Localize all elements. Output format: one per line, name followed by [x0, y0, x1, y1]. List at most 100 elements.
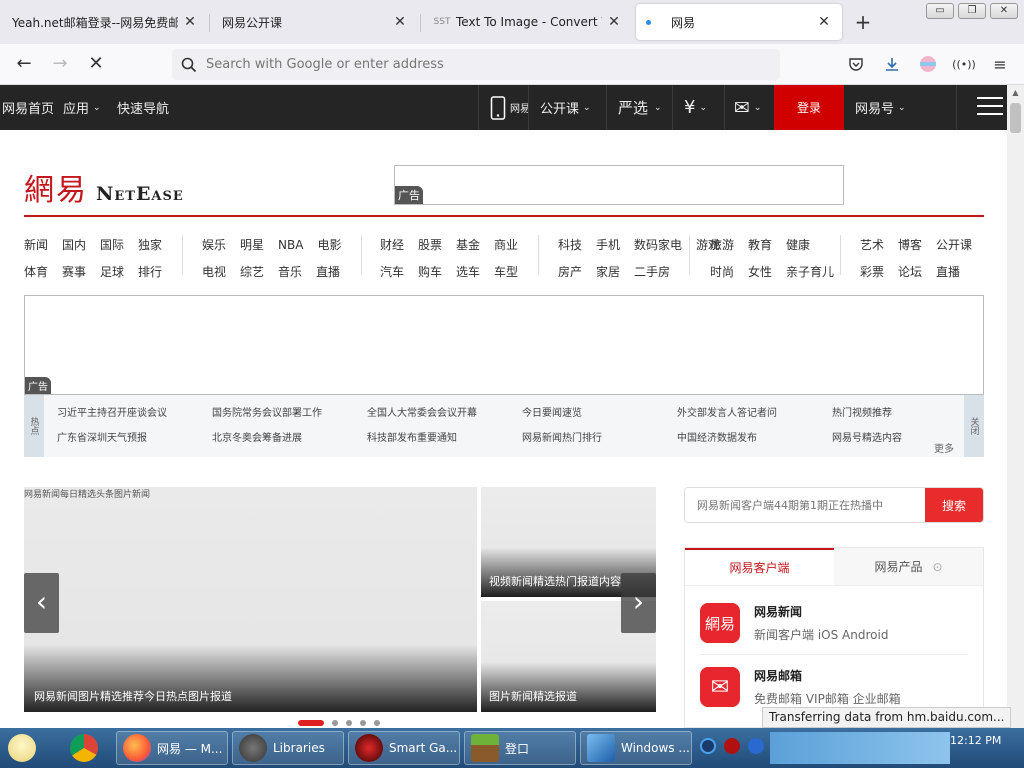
channel-link[interactable]: 选车 — [456, 263, 480, 280]
close-icon[interactable]: ✕ — [392, 14, 408, 30]
start-button[interactable] — [2, 731, 54, 765]
nav-yanxuan-link[interactable]: 严选 ⌄ — [618, 85, 662, 130]
hot-link[interactable]: 今日要闻速览 — [522, 401, 602, 426]
tab-text-to-image[interactable]: SST Text To Image - Convert Your ✕ — [424, 4, 632, 40]
hot-link[interactable]: 外交部发言人答记者问 — [677, 401, 777, 426]
slider-dot-active[interactable] — [298, 720, 324, 726]
nav-netease-hao-link[interactable]: 网易号 ⌄ — [855, 85, 906, 130]
hot-link[interactable]: 中国经济数据发布 — [677, 426, 777, 451]
channel-link[interactable]: 足球 — [100, 263, 124, 280]
scroll-thumb[interactable] — [1010, 103, 1021, 133]
app-extra[interactable]: 企业邮箱 — [853, 692, 901, 706]
app-item-news[interactable]: 網易 网易新闻 新闻客户端 iOS Android — [700, 594, 970, 652]
channel-link[interactable]: 综艺 — [240, 263, 264, 280]
channel-link[interactable]: 音乐 — [278, 263, 302, 280]
tray-game-icon[interactable] — [724, 738, 740, 754]
taskbar-smart-game[interactable]: Smart Ga... — [348, 731, 460, 765]
channel-link[interactable]: 排行 — [138, 263, 162, 280]
nav-open-course-link[interactable]: 公开课 ⌄ — [540, 85, 591, 130]
channel-link[interactable]: 国内 — [62, 236, 86, 253]
tab-netease-products[interactable]: 网易产品 ⊙ — [834, 548, 983, 585]
channel-link[interactable]: 娱乐 — [202, 236, 226, 253]
hotbar-close-button[interactable]: 关闭 — [964, 395, 984, 457]
channel-link[interactable]: 基金 — [456, 236, 480, 253]
hot-link[interactable]: 国务院常务会议部署工作 — [212, 401, 322, 426]
stop-loading-icon[interactable]: ✕ — [84, 52, 108, 76]
site-search-input[interactable] — [685, 488, 925, 522]
taskbar-windows[interactable]: Windows ... — [580, 731, 692, 765]
app-platforms[interactable]: iOS Android — [818, 628, 889, 642]
channel-link[interactable]: 家居 — [596, 263, 620, 280]
page-scrollbar[interactable]: ▲ — [1007, 85, 1024, 728]
back-arrow-icon[interactable]: ← — [12, 52, 36, 76]
close-icon[interactable]: ✕ — [816, 14, 832, 30]
channel-link[interactable]: 教育 — [748, 236, 772, 253]
channel-link[interactable]: 健康 — [786, 236, 810, 253]
more-link[interactable]: 更多 — [934, 440, 954, 455]
address-bar[interactable] — [172, 49, 780, 80]
url-input[interactable] — [206, 57, 746, 72]
taskbar-libraries[interactable]: Libraries — [232, 731, 344, 765]
hamburger-menu-icon[interactable]: ≡ — [990, 54, 1010, 74]
login-button[interactable]: 登录 — [774, 85, 844, 130]
extension-icon[interactable]: ((•)) — [952, 54, 976, 74]
tab-netease-active[interactable]: 网易 ✕ — [636, 4, 842, 40]
download-icon[interactable] — [882, 54, 902, 74]
channel-link[interactable]: 时尚 — [710, 263, 734, 280]
account-avatar-icon[interactable] — [918, 54, 938, 74]
restore-button[interactable]: ❐ — [958, 3, 986, 19]
channel-link[interactable]: 国际 — [100, 236, 124, 253]
channel-link[interactable]: 二手房 — [634, 263, 670, 280]
tab-open-course[interactable]: 网易公开课 ✕ — [212, 4, 418, 40]
ad-banner[interactable]: 广告 — [24, 295, 984, 395]
channel-link[interactable]: 汽车 — [380, 263, 404, 280]
channel-link[interactable]: 数码家电 — [634, 236, 682, 253]
tray-app-icon[interactable] — [700, 738, 716, 754]
slider-dot[interactable] — [332, 720, 338, 726]
channel-link[interactable]: 博客 — [898, 236, 922, 253]
slider-dot[interactable] — [374, 720, 380, 726]
new-tab-button[interactable]: + — [852, 12, 874, 34]
hot-link[interactable]: 科技部发布重要通知 — [367, 426, 477, 451]
channel-link[interactable]: NBA — [278, 238, 303, 252]
nav-finance-link[interactable]: ¥ ⌄ — [684, 85, 707, 130]
minimize-button[interactable]: ▭ — [926, 3, 954, 19]
channel-link[interactable]: 直播 — [316, 263, 340, 280]
channel-link[interactable]: 手机 — [596, 236, 620, 253]
channel-link[interactable]: 旅游 — [710, 236, 734, 253]
channel-link[interactable]: 直播 — [936, 263, 960, 280]
nav-home-link[interactable]: 网易首页 — [2, 85, 54, 130]
pocket-icon[interactable] — [846, 54, 866, 74]
channel-link[interactable]: 亲子育儿 — [786, 263, 834, 280]
hot-link[interactable]: 广东省深圳天气预报 — [57, 426, 167, 451]
slider-dot[interactable] — [346, 720, 352, 726]
forward-arrow-icon[interactable]: → — [48, 52, 72, 76]
slider-next-button[interactable]: › — [621, 573, 656, 633]
nav-quick-link[interactable]: 快速导航 — [117, 85, 169, 130]
hot-link[interactable]: 北京冬奥会筹备进展 — [212, 426, 322, 451]
channel-link[interactable]: 财经 — [380, 236, 404, 253]
hot-link[interactable]: 全国人大常委会会议开幕 — [367, 401, 477, 426]
netease-logo[interactable]: 網易 NetEase — [24, 165, 184, 209]
hot-link[interactable]: 热门视频推荐 — [832, 401, 902, 426]
tray-network-icon[interactable] — [748, 738, 764, 754]
nav-mail-link[interactable]: ✉ ⌄ — [734, 85, 761, 130]
channel-link[interactable]: 艺术 — [860, 236, 884, 253]
app-vip[interactable]: VIP邮箱 — [806, 692, 849, 706]
slider-prev-button[interactable]: ‹ — [24, 573, 59, 633]
channel-link[interactable]: 公开课 — [936, 236, 972, 253]
hot-link[interactable]: 习近平主持召开座谈会议 — [57, 401, 167, 426]
channel-link[interactable]: 独家 — [138, 236, 162, 253]
channel-link[interactable]: 电视 — [202, 263, 226, 280]
channel-link[interactable]: 科技 — [558, 236, 582, 253]
channel-link[interactable]: 新闻 — [24, 236, 48, 253]
close-icon[interactable]: ✕ — [182, 14, 198, 30]
close-icon[interactable]: ✕ — [606, 14, 622, 30]
taskbar-chrome[interactable] — [64, 731, 108, 765]
tab-yeah-mail[interactable]: Yeah.net邮箱登录--网易免费邮 ✕ — [2, 4, 208, 40]
hot-link[interactable]: 网易号精选内容 — [832, 426, 902, 451]
channel-link[interactable]: 车型 — [494, 263, 518, 280]
channel-link[interactable]: 女性 — [748, 263, 772, 280]
taskbar-firefox[interactable]: 网易 — M... — [116, 731, 228, 765]
channel-link[interactable]: 商业 — [494, 236, 518, 253]
